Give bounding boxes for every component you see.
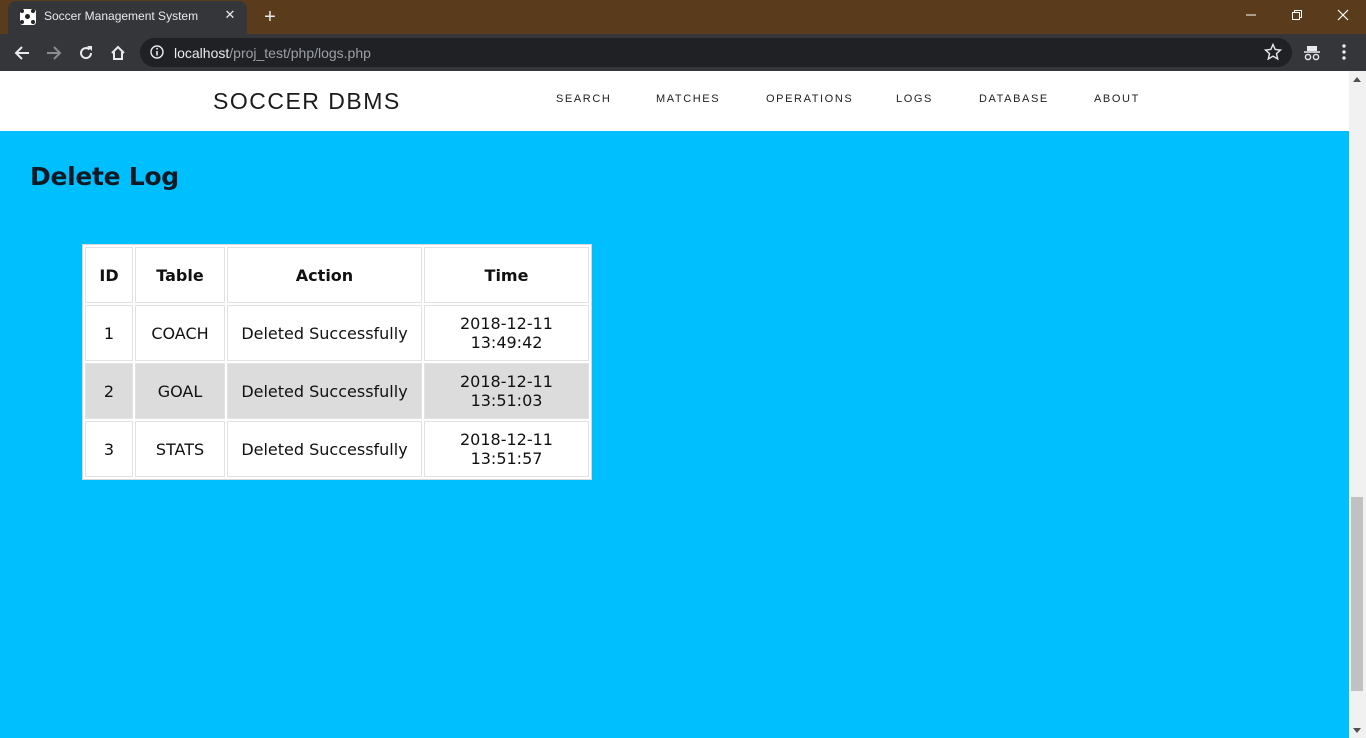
cell-table: STATS <box>135 421 225 477</box>
reload-button[interactable] <box>72 39 100 67</box>
kebab-menu-icon[interactable] <box>1335 43 1353 61</box>
column-header-table: Table <box>135 247 225 303</box>
cell-time: 2018-12-11 13:49:42 <box>424 305 589 361</box>
back-button[interactable] <box>8 39 36 67</box>
page-viewport: SOCCER DBMS SEARCH MATCHES OPERATIONS LO… <box>0 71 1349 738</box>
new-tab-button[interactable]: + <box>259 6 281 28</box>
close-tab-icon[interactable]: ✕ <box>222 8 238 24</box>
cell-id: 2 <box>85 363 133 419</box>
reload-icon <box>80 46 93 60</box>
nav-link-matches[interactable]: MATCHES <box>656 93 720 105</box>
cell-action: Deleted Successfully <box>227 421 422 477</box>
restore-window-button[interactable] <box>1274 0 1320 30</box>
column-header-time: Time <box>424 247 589 303</box>
url-text[interactable]: localhost/proj_test/php/logs.php <box>174 45 371 61</box>
cell-action: Deleted Successfully <box>227 363 422 419</box>
browser-tab[interactable]: Soccer Management System ✕ <box>8 1 247 34</box>
table-row: 2 GOAL Deleted Successfully 2018-12-11 1… <box>85 363 589 419</box>
arrow-right-icon <box>47 46 62 60</box>
delete-log-table: ID Table Action Time 1 COACH Deleted Suc… <box>82 244 592 480</box>
close-icon <box>1337 9 1349 21</box>
forward-button[interactable] <box>40 39 68 67</box>
tab-title: Soccer Management System <box>44 9 199 23</box>
incognito-extension-icon[interactable] <box>1302 44 1322 62</box>
browser-title-bar: Soccer Management System ✕ + <box>0 0 1366 34</box>
soccer-ball-icon <box>20 9 36 25</box>
browser-toolbar: localhost/proj_test/php/logs.php <box>0 34 1366 71</box>
nav-link-search[interactable]: SEARCH <box>556 93 611 105</box>
nav-link-logs[interactable]: LOGS <box>896 93 933 105</box>
site-brand[interactable]: SOCCER DBMS <box>213 88 401 115</box>
site-header: SOCCER DBMS SEARCH MATCHES OPERATIONS LO… <box>0 71 1349 131</box>
table-row: 3 STATS Deleted Successfully 2018-12-11 … <box>85 421 589 477</box>
table-header-row: ID Table Action Time <box>85 247 589 303</box>
cell-table: GOAL <box>135 363 225 419</box>
page-title: Delete Log <box>30 162 179 191</box>
address-bar[interactable]: localhost/proj_test/php/logs.php <box>140 38 1292 67</box>
info-icon[interactable] <box>150 45 164 59</box>
cell-id: 1 <box>85 305 133 361</box>
url-path: /proj_test/php/logs.php <box>229 45 371 61</box>
close-window-button[interactable] <box>1320 0 1366 30</box>
minimize-window-button[interactable] <box>1228 0 1274 30</box>
nav-link-about[interactable]: ABOUT <box>1094 93 1140 105</box>
minimize-icon <box>1246 14 1256 16</box>
vertical-scrollbar[interactable] <box>1349 71 1366 738</box>
cell-time: 2018-12-11 13:51:03 <box>424 363 589 419</box>
table-row: 1 COACH Deleted Successfully 2018-12-11 … <box>85 305 589 361</box>
restore-icon <box>1292 10 1302 20</box>
cell-time: 2018-12-11 13:51:57 <box>424 421 589 477</box>
home-button[interactable] <box>104 39 132 67</box>
column-header-action: Action <box>227 247 422 303</box>
cell-table: COACH <box>135 305 225 361</box>
column-header-id: ID <box>85 247 133 303</box>
cell-action: Deleted Successfully <box>227 305 422 361</box>
nav-link-operations[interactable]: OPERATIONS <box>766 93 853 105</box>
scroll-up-arrow-icon[interactable] <box>1353 77 1361 82</box>
scrollbar-thumb[interactable] <box>1351 497 1363 691</box>
scroll-down-arrow-icon[interactable] <box>1353 728 1361 733</box>
nav-link-database[interactable]: DATABASE <box>979 93 1049 105</box>
arrow-left-icon <box>14 46 29 60</box>
home-icon <box>111 45 125 60</box>
bookmark-star-icon[interactable] <box>1264 43 1282 61</box>
url-host: localhost <box>174 45 230 61</box>
cell-id: 3 <box>85 421 133 477</box>
